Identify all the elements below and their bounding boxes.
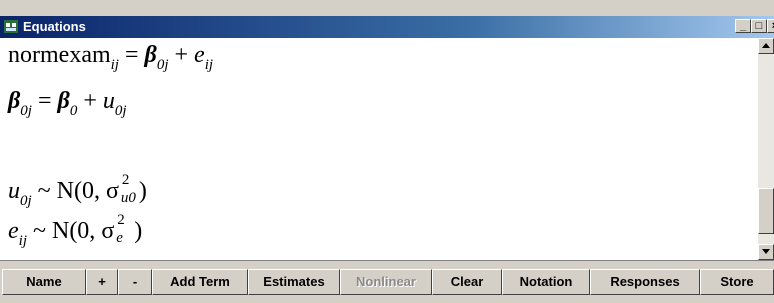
beta-subscript: 0: [69, 103, 78, 119]
responses-button[interactable]: Responses: [590, 269, 700, 295]
sigma-subscript: e: [116, 230, 123, 247]
residual-subscript: ij: [204, 57, 214, 73]
close-paren: ): [134, 218, 143, 244]
residual-term: e: [8, 218, 19, 244]
vertical-scrollbar[interactable]: [758, 38, 774, 260]
clear-button[interactable]: Clear: [432, 269, 502, 295]
sigma-indices: 2 u0: [119, 172, 139, 206]
tilde-sign: ~: [37, 178, 51, 204]
add-term-button[interactable]: Add Term: [152, 269, 248, 295]
beta-subscript: 0j: [20, 103, 32, 119]
distribution: N(0,: [56, 178, 100, 204]
sigma-indices: 2e: [114, 212, 134, 246]
random-effect-subscript: 0j: [20, 193, 32, 209]
random-effect-subscript: 0j: [114, 103, 127, 119]
estimates-button[interactable]: Estimates: [248, 269, 340, 295]
beta-subscript: 0j: [156, 57, 169, 73]
equation-intercept[interactable]: β0j = β0 + u0j: [8, 88, 127, 120]
response-variable[interactable]: normexam: [8, 42, 111, 68]
arrow-up-icon: [762, 43, 770, 48]
equation-response[interactable]: normexamij = β0j + eij: [8, 42, 213, 74]
plus-sign: +: [174, 42, 189, 68]
equals-sign: =: [37, 88, 52, 114]
sigma-subscript: u0: [120, 190, 136, 207]
scroll-down-button[interactable]: [758, 244, 774, 260]
beta-symbol: β: [144, 42, 157, 68]
sigma-symbol[interactable]: σ: [101, 218, 114, 244]
residual-term[interactable]: e: [194, 42, 205, 68]
tilde-sign: ~: [33, 218, 46, 244]
scroll-up-button[interactable]: [758, 38, 774, 54]
random-effect-term[interactable]: u: [103, 88, 115, 114]
notation-button[interactable]: Notation: [502, 269, 590, 295]
scroll-thumb[interactable]: [758, 188, 774, 234]
beta-symbol[interactable]: β: [58, 88, 70, 114]
sigma-superscript: 2: [121, 172, 130, 189]
beta-symbol: β: [8, 88, 21, 114]
close-paren: ): [138, 178, 147, 204]
residual-subscript: ij: [18, 233, 27, 249]
equation-level2-variance[interactable]: u0j ~ N(0, σ 2 u0): [8, 172, 147, 210]
sigma-symbol[interactable]: σ: [106, 178, 119, 204]
arrow-down-icon: [762, 249, 770, 254]
close-button[interactable]: ×: [767, 19, 774, 33]
nonlinear-button[interactable]: Nonlinear: [340, 269, 432, 295]
window-title: Equations: [23, 19, 86, 34]
app-icon: [4, 20, 18, 33]
distribution: N(0,: [51, 218, 96, 244]
name-button[interactable]: Name: [2, 269, 86, 295]
response-subscript: ij: [110, 57, 119, 73]
store-button[interactable]: Store: [700, 269, 774, 295]
random-effect-term: u: [8, 178, 20, 204]
add-variable-button[interactable]: +: [86, 269, 118, 295]
equations-window: Equations _ □ × normexamij = β0j + eij β…: [0, 0, 774, 303]
equations-toolbar: Name + - Add Term Estimates Nonlinear Cl…: [0, 260, 774, 303]
sigma-superscript: 2: [117, 212, 125, 229]
title-bar[interactable]: Equations _ □ ×: [0, 16, 774, 38]
minimize-button[interactable]: _: [735, 19, 751, 33]
plus-sign: +: [83, 88, 97, 114]
maximize-button[interactable]: □: [751, 19, 767, 33]
equations-display[interactable]: normexamij = β0j + eij β0j = β0 + u0j u0…: [0, 38, 758, 260]
equals-sign: =: [124, 42, 139, 68]
equation-level1-variance[interactable]: eij ~ N(0, σ 2 e): [8, 212, 143, 250]
remove-variable-button[interactable]: -: [118, 269, 152, 295]
